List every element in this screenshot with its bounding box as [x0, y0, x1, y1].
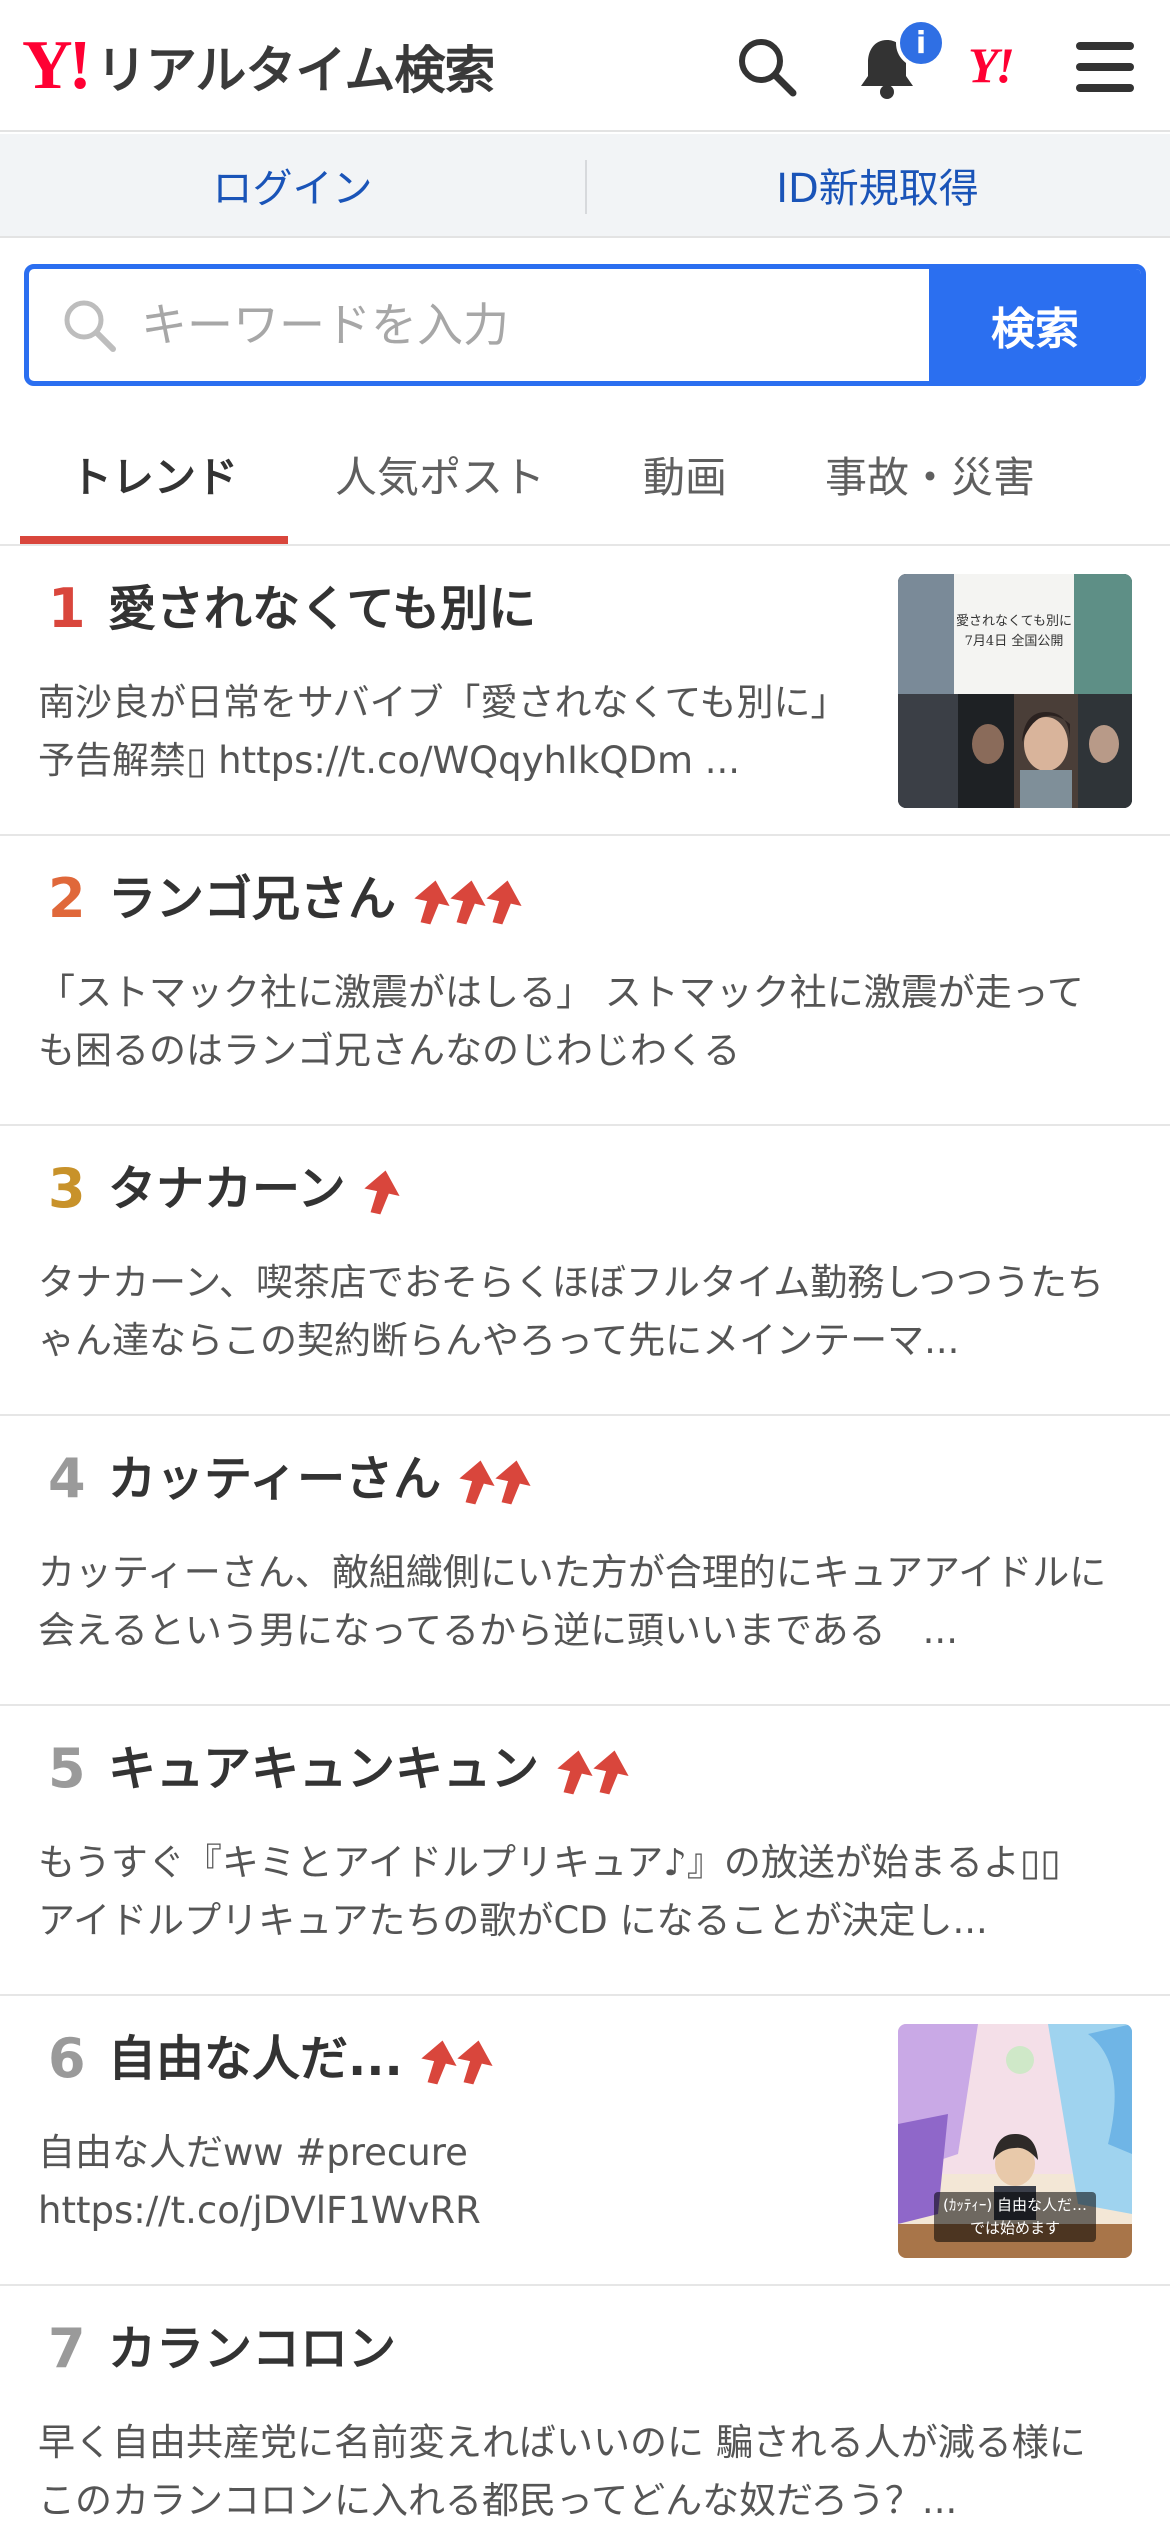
- trend-description: タナカーン、喫茶店でおそらくほぼフルタイム勤務しつつうたちゃん達ならこの契約断ら…: [38, 1261, 1104, 1362]
- trend-thumbnail[interactable]: 愛されなくても別に 7月4日 全国公開: [898, 574, 1132, 808]
- category-tabs: トレンド 人気ポスト 動画 事故・災害: [0, 404, 1170, 546]
- trend-title-row: ランゴ兄さん: [108, 871, 522, 927]
- trend-title-row: 自由な人だ...: [108, 2031, 493, 2087]
- trend-rank: 7: [48, 2317, 86, 2380]
- trending-up-arrows-icon: [360, 1168, 400, 1216]
- tab-accidents-disasters[interactable]: 事故・災害: [800, 404, 1060, 544]
- notification-badge: i: [896, 18, 946, 68]
- search-box: 検索: [24, 264, 1146, 386]
- tab-popular-posts[interactable]: 人気ポスト: [310, 404, 570, 544]
- search-field-icon: [59, 295, 121, 357]
- trend-rank: 1: [48, 577, 86, 640]
- trend-description: カッティーさん、敵組織側にいた方が合理的にキュアアイドルに会えるという男になって…: [38, 1551, 1107, 1652]
- trending-up-arrows-icon: [410, 878, 522, 926]
- trend-description: 「ストマック社に激震がはしる」 ストマック社に激震が走っても困るのはランゴ兄さん…: [38, 971, 1084, 1072]
- trend-title: キュアキュンキュン: [108, 1741, 540, 1797]
- logo-text: リアルタイム検索: [95, 42, 495, 101]
- trend-rank: 3: [48, 1157, 86, 1220]
- search-button[interactable]: 検索: [929, 269, 1141, 381]
- yahoo-realtime-logo[interactable]: Y! リアルタイム検索: [22, 27, 495, 104]
- trend-rank: 2: [48, 867, 86, 930]
- search-input[interactable]: [141, 269, 947, 381]
- trend-description: 南沙良が日常をサバイブ「愛されなくても別に」予告解禁▯ https://t.co…: [38, 681, 848, 782]
- trending-up-arrows-icon: [455, 1458, 531, 1506]
- trending-up-arrows-icon: [417, 2038, 493, 2086]
- trend-title-row: 愛されなくても別に: [108, 581, 537, 637]
- logo-mark: Y!: [22, 27, 92, 104]
- trend-description: もうすぐ『キミとアイドルプリキュア♪』の放送が始まるよ▯▯ アイドルプリキュアた…: [38, 1841, 1061, 1942]
- app-header: Y! リアルタイム検索 i Y!: [0, 0, 1170, 132]
- register-link[interactable]: ID新規取得: [585, 134, 1170, 236]
- tab-videos[interactable]: 動画: [590, 404, 780, 544]
- trend-rank: 5: [48, 1737, 86, 1800]
- login-bar: ログイン ID新規取得: [0, 134, 1170, 238]
- trend-title: カランコロン: [108, 2321, 397, 2377]
- thumbnail-caption: 愛されなくても別に 7月4日 全国公開: [956, 614, 1072, 649]
- trend-item[interactable]: 1 愛されなくても別に南沙良が日常をサバイブ「愛されなくても別に」予告解禁▯ ht…: [0, 546, 1170, 836]
- trend-title: ランゴ兄さん: [108, 871, 397, 927]
- search-icon[interactable]: [730, 30, 804, 104]
- tab-trend[interactable]: トレンド: [20, 404, 288, 544]
- active-tab-indicator: [20, 536, 288, 544]
- login-link[interactable]: ログイン: [0, 134, 585, 236]
- trend-description: 自由な人だww #precure https://t.co/jDVlF1WvRR: [38, 2131, 481, 2232]
- trend-rank: 4: [48, 1447, 86, 1510]
- trend-title: タナカーン: [108, 1161, 346, 1217]
- thumbnail-caption: (ｶｯﾃｨｰ) 自由な人だ… では始めます: [943, 2196, 1087, 2237]
- trend-item[interactable]: 4 カッティーさんカッティーさん、敵組織側にいた方が合理的にキュアアイドルに会える…: [0, 1416, 1170, 1706]
- trend-thumbnail[interactable]: (ｶｯﾃｨｰ) 自由な人だ… では始めます: [898, 2024, 1132, 2258]
- trend-rank: 6: [48, 2027, 86, 2090]
- trend-item[interactable]: 6 自由な人だ... 自由な人だww #precure https://t.co/j…: [0, 1996, 1170, 2286]
- login-bar-divider: [585, 160, 587, 214]
- trend-title-row: カランコロン: [108, 2321, 397, 2377]
- trend-title-row: キュアキュンキュン: [108, 1741, 629, 1797]
- trend-title: 愛されなくても別に: [108, 581, 537, 637]
- hamburger-menu-icon[interactable]: [1068, 30, 1142, 104]
- trend-description: 早く自由共産党に名前変えればいいのに 騙される人が減る様に このカランコロンに入…: [38, 2421, 1086, 2522]
- trend-title-row: カッティーさん: [108, 1451, 531, 1507]
- trend-item[interactable]: 7 カランコロン早く自由共産党に名前変えればいいのに 騙される人が減る様に このカ…: [0, 2286, 1170, 2532]
- trend-item[interactable]: 3 タナカーンタナカーン、喫茶店でおそらくほぼフルタイム勤務しつつうたちゃん達なら…: [0, 1126, 1170, 1416]
- yahoo-account-icon[interactable]: Y!: [968, 36, 1015, 94]
- trending-up-arrows-icon: [553, 1748, 629, 1796]
- trend-title: カッティーさん: [108, 1451, 442, 1507]
- trend-title: 自由な人だ...: [108, 2031, 403, 2087]
- trend-item[interactable]: 5 キュアキュンキュンもうすぐ『キミとアイドルプリキュア♪』の放送が始まるよ▯▯ …: [0, 1706, 1170, 1996]
- trend-item[interactable]: 2 ランゴ兄さん「ストマック社に激震がはしる」 ストマック社に激震が走っても困るの…: [0, 836, 1170, 1126]
- trend-title-row: タナカーン: [108, 1161, 400, 1217]
